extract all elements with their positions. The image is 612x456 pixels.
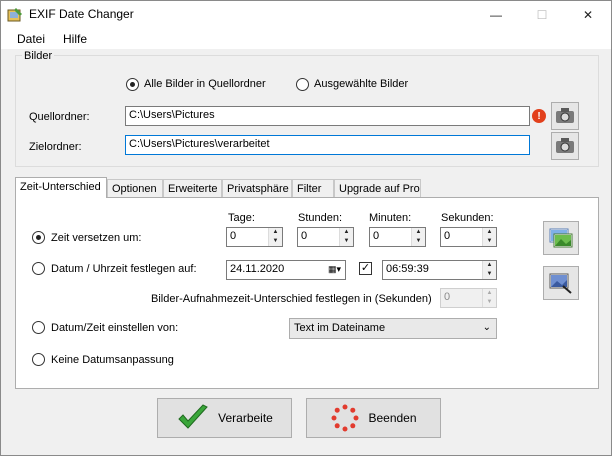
minutes-spinner[interactable]: 0 ▲ ▼ [369, 227, 426, 247]
tab-erweiterte[interactable]: Erweiterte [163, 179, 222, 198]
tab-optionen[interactable]: Optionen [107, 179, 163, 198]
minutes-header: Minuten: [369, 212, 412, 224]
tab-filter[interactable]: Filter [292, 179, 334, 198]
spin-down-icon[interactable]: ▼ [483, 270, 496, 279]
hours-spinner[interactable]: 0 ▲ ▼ [297, 227, 354, 247]
menu-hilfe[interactable]: Hilfe [63, 32, 87, 46]
search-images-button[interactable] [543, 266, 579, 300]
maximize-icon: ☐ [536, 8, 548, 22]
date-value: 24.11.2020 [230, 263, 285, 275]
minutes-value: 0 [373, 230, 380, 242]
radio-all-images[interactable] [126, 78, 139, 91]
image-search-icon [549, 273, 572, 294]
images-group-legend: Bilder [22, 50, 55, 62]
tab-label: Optionen [112, 183, 157, 195]
hours-header: Stunden: [298, 212, 343, 224]
spin-down-icon[interactable]: ▼ [340, 237, 353, 246]
seconds-header: Sekunden: [441, 212, 494, 224]
red-loading-icon [331, 404, 359, 432]
exit-button-label: Beenden [368, 411, 417, 425]
radio-date-from[interactable] [32, 321, 45, 334]
camera-folder-icon [556, 138, 574, 153]
seconds-spinner[interactable]: 0 ▲ ▼ [440, 227, 497, 247]
date-picker[interactable]: 24.11.2020 ▦▾ [226, 260, 346, 280]
browse-target-button[interactable] [551, 132, 579, 160]
tab-upgrade-pro[interactable]: Upgrade auf Pro [334, 179, 421, 198]
close-button[interactable]: ✕ [565, 1, 611, 29]
source-folder-input[interactable]: C:\Users\Pictures [125, 106, 530, 126]
radio-set-datetime-label[interactable]: Datum / Uhrzeit festlegen auf: [51, 263, 197, 275]
interval-value: 0 [444, 291, 451, 303]
spin-up-icon[interactable]: ▲ [340, 228, 353, 237]
menu-datei[interactable]: Datei [17, 32, 45, 46]
spin-up-icon[interactable]: ▲ [483, 228, 496, 237]
tab-zeit-unterschied[interactable]: Zeit-Unterschied [15, 177, 107, 198]
hours-value: 0 [301, 230, 308, 242]
preview-images-button[interactable] [543, 221, 579, 255]
days-header: Tage: [228, 212, 255, 224]
tab-privatsphaere[interactable]: Privatsphäre [222, 179, 292, 198]
target-folder-input[interactable]: C:\Users\Pictures\verarbeitet [125, 135, 530, 155]
target-folder-label: Zielordner: [29, 141, 82, 153]
tab-label: Privatsphäre [227, 183, 289, 195]
seconds-value: 0 [444, 230, 451, 242]
radio-shift-time-label[interactable]: Zeit versetzen um: [51, 232, 141, 244]
tab-label: Erweiterte [168, 183, 218, 195]
menu-bar: Datei Hilfe [1, 29, 611, 49]
radio-shift-time[interactable] [32, 231, 45, 244]
date-source-select[interactable]: Text im Dateiname ⌄ [289, 318, 497, 339]
spin-up-icon[interactable]: ▲ [412, 228, 425, 237]
spin-down-icon[interactable]: ▼ [412, 237, 425, 246]
calendar-dropdown-icon[interactable]: ▦▾ [328, 264, 341, 275]
source-folder-label: Quellordner: [29, 111, 90, 123]
maximize-button[interactable]: ☐ [519, 1, 565, 29]
seconds-spinner-arrows[interactable]: ▲ ▼ [482, 228, 496, 246]
tab-label: Zeit-Unterschied [20, 181, 101, 193]
radio-selected-images-label[interactable]: Ausgewählte Bilder [314, 78, 408, 90]
photos-icon [549, 228, 573, 248]
radio-selected-images[interactable] [296, 78, 309, 91]
app-icon [7, 8, 22, 22]
title-bar: EXIF Date Changer — ☐ ✕ [1, 1, 611, 29]
time-enabled-checkbox[interactable]: ✓ [359, 262, 372, 275]
spin-down-icon[interactable]: ▼ [483, 298, 496, 307]
days-spinner-arrows[interactable]: ▲ ▼ [268, 228, 282, 246]
close-icon: ✕ [582, 8, 594, 22]
interval-label: Bilder-Aufnahmezeit-Unterschied festlege… [151, 293, 432, 305]
time-spinner[interactable]: 06:59:39 ▲ ▼ [382, 260, 497, 280]
time-value: 06:59:39 [386, 263, 429, 275]
hours-spinner-arrows[interactable]: ▲ ▼ [339, 228, 353, 246]
interval-spinner[interactable]: 0 ▲ ▼ [440, 288, 497, 308]
tab-label: Filter [297, 183, 322, 195]
spin-up-icon[interactable]: ▲ [269, 228, 282, 237]
tab-label: Upgrade auf Pro [339, 183, 420, 195]
process-button[interactable]: Verarbeite [157, 398, 292, 438]
chevron-down-icon: ⌄ [482, 322, 491, 333]
date-source-value: Text im Dateiname [294, 322, 386, 334]
process-button-label: Verarbeite [218, 411, 273, 425]
green-checkmark-icon [178, 404, 208, 429]
warning-icon: ! [532, 109, 546, 123]
minimize-icon: — [490, 8, 502, 22]
spin-down-icon[interactable]: ▼ [483, 237, 496, 246]
radio-no-adjust[interactable] [32, 353, 45, 366]
camera-folder-icon [556, 108, 574, 123]
radio-date-from-label[interactable]: Datum/Zeit einstellen von: [51, 322, 178, 334]
exit-button[interactable]: Beenden [306, 398, 441, 438]
app-window: EXIF Date Changer — ☐ ✕ Datei Hilfe Bild… [0, 0, 612, 456]
radio-all-images-label[interactable]: Alle Bilder in Quellordner [144, 78, 266, 90]
days-value: 0 [230, 230, 237, 242]
window-title: EXIF Date Changer [29, 7, 134, 21]
minutes-spinner-arrows[interactable]: ▲ ▼ [411, 228, 425, 246]
spin-down-icon[interactable]: ▼ [269, 237, 282, 246]
minimize-button[interactable]: — [473, 1, 519, 29]
spin-up-icon[interactable]: ▲ [483, 289, 496, 298]
radio-set-datetime[interactable] [32, 262, 45, 275]
interval-spinner-arrows[interactable]: ▲ ▼ [482, 289, 496, 307]
days-spinner[interactable]: 0 ▲ ▼ [226, 227, 283, 247]
browse-source-button[interactable] [551, 102, 579, 130]
spin-up-icon[interactable]: ▲ [483, 261, 496, 270]
radio-no-adjust-label[interactable]: Keine Datumsanpassung [51, 354, 174, 366]
time-spinner-arrows[interactable]: ▲ ▼ [482, 261, 496, 279]
